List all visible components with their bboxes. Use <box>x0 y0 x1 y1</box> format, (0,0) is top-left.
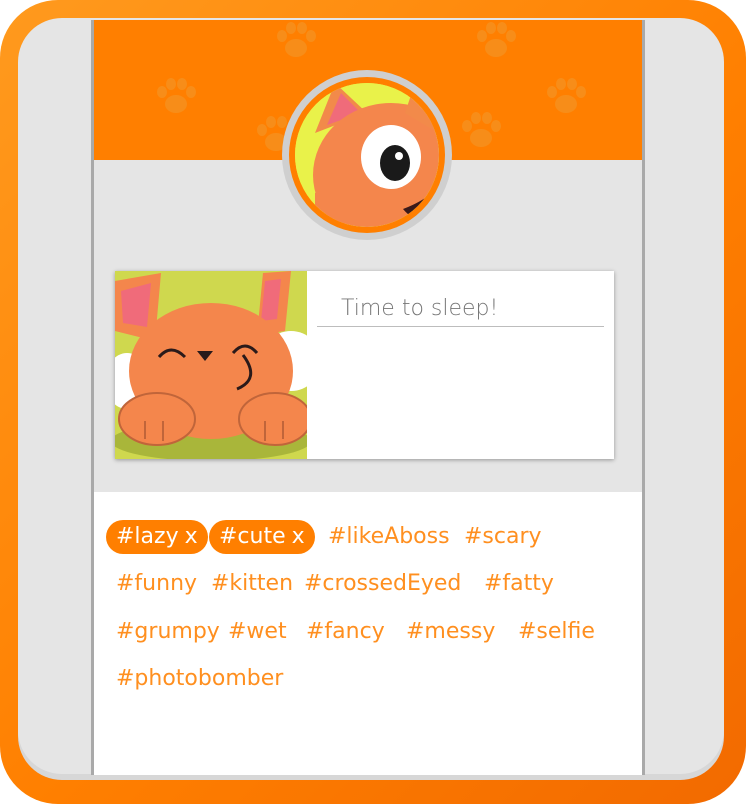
tag-option[interactable]: #likeAboss <box>328 520 450 554</box>
app-screen: #lazyx #cutex #likeAboss #scary #funny #… <box>91 20 645 775</box>
tag-option[interactable]: #crossedEyed <box>304 567 461 601</box>
avatar[interactable] <box>282 70 452 240</box>
tag-option[interactable]: #funny <box>116 567 197 601</box>
selected-tag[interactable]: #lazy x <box>106 520 208 554</box>
remove-tag-icon[interactable]: x <box>185 524 198 549</box>
tag-option[interactable]: #fancy <box>306 615 385 649</box>
tag-option[interactable]: #fatty <box>484 567 554 601</box>
tags-panel: #lazy x #cute x #likeAboss #scary #funny #… <box>94 492 642 775</box>
paw-print-icon <box>459 110 503 150</box>
tag-option[interactable]: #selfie <box>518 615 595 649</box>
tag-label: #cute <box>219 524 286 549</box>
tag-option[interactable]: #kitten <box>211 567 293 601</box>
tag-row: #lazy x #cute x #likeAboss #scary <box>106 520 626 556</box>
tag-row: #photobomber <box>106 662 626 698</box>
tag-row: #grumpy #wet #fancy #messy #selfie <box>106 615 626 651</box>
paw-print-icon <box>544 76 588 116</box>
tag-option[interactable]: #grumpy <box>116 615 220 649</box>
remove-tag-icon[interactable]: x <box>292 524 305 549</box>
tag-label: #lazy <box>116 524 179 549</box>
tag-option[interactable]: #photobomber <box>116 662 283 696</box>
orange-fox-cat-avatar-icon <box>295 83 439 227</box>
paw-print-icon <box>274 20 318 60</box>
tag-option[interactable]: #messy <box>406 615 495 649</box>
avatar-ring <box>289 77 445 233</box>
tag-row: #funny #kitten #crossedEyed #fatty <box>106 567 626 603</box>
caption-input[interactable] <box>317 291 604 327</box>
selected-tag[interactable]: #cute x <box>209 520 315 554</box>
paw-print-icon <box>474 20 518 60</box>
tag-option[interactable]: #wet <box>228 615 287 649</box>
sleepy-orange-cat-photo-icon <box>115 271 307 459</box>
paw-print-icon <box>154 76 198 116</box>
post-card <box>115 271 614 459</box>
tag-option[interactable]: #scary <box>464 520 542 554</box>
